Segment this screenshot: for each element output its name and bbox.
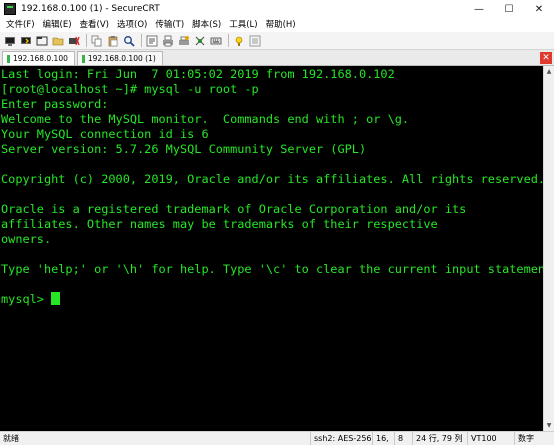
quick-connect-icon[interactable] bbox=[19, 34, 33, 48]
printer-setup-icon[interactable] bbox=[177, 34, 191, 48]
window-controls: — ☐ ✕ bbox=[464, 0, 554, 18]
status-col: 8 bbox=[394, 431, 412, 445]
maximize-button[interactable]: ☐ bbox=[494, 0, 524, 18]
keymap-icon[interactable] bbox=[209, 34, 223, 48]
status-row: 16, bbox=[372, 431, 394, 445]
connect-tab-icon[interactable] bbox=[35, 34, 49, 48]
window-title: 192.168.0.100 (1) - SecureCRT bbox=[21, 4, 160, 14]
terminal-line: owners. bbox=[1, 232, 52, 246]
mysql-prompt: mysql> bbox=[1, 292, 52, 306]
session-folder-icon[interactable] bbox=[51, 34, 65, 48]
paste-icon[interactable] bbox=[106, 34, 120, 48]
status-size: 24 行, 79 列 bbox=[412, 431, 467, 445]
toolbar-separator bbox=[141, 34, 142, 47]
status-terminal-type: VT100 bbox=[467, 431, 514, 445]
terminal-line: Last login: Fri Jun 7 01:05:02 2019 from… bbox=[1, 67, 395, 81]
tab-session-2[interactable]: 192.168.0.100 (1) bbox=[76, 51, 163, 65]
terminal-output[interactable]: Last login: Fri Jun 7 01:05:02 2019 from… bbox=[0, 66, 543, 431]
terminal-line: affiliates. Other names may be trademark… bbox=[1, 217, 438, 231]
minimize-button[interactable]: — bbox=[464, 0, 494, 18]
toolbar-separator bbox=[86, 34, 87, 47]
toggle-icon[interactable] bbox=[248, 34, 262, 48]
menu-options[interactable]: 选项(O) bbox=[113, 18, 151, 32]
terminal-line: Oracle is a registered trademark of Orac… bbox=[1, 202, 467, 216]
terminal-prompt-line: mysql> bbox=[1, 292, 543, 307]
connect-icon[interactable] bbox=[3, 34, 17, 48]
menu-view[interactable]: 查看(V) bbox=[76, 18, 113, 32]
menu-tools[interactable]: 工具(L) bbox=[225, 18, 261, 32]
tab-label: 192.168.0.100 (1) bbox=[87, 54, 156, 63]
session-tab-bar: 192.168.0.100 192.168.0.100 (1) bbox=[0, 50, 554, 66]
find-icon[interactable] bbox=[122, 34, 136, 48]
scroll-up-icon[interactable]: ▲ bbox=[544, 66, 554, 77]
terminal-line: Welcome to the MySQL monitor. Commands e… bbox=[1, 112, 410, 126]
status-numlock: 数字 bbox=[514, 431, 554, 445]
help-icon[interactable] bbox=[232, 34, 246, 48]
menu-script[interactable]: 脚本(S) bbox=[188, 18, 225, 32]
terminal-cursor bbox=[51, 292, 61, 305]
securecrt-app-icon bbox=[4, 3, 16, 15]
disconnect-icon[interactable] bbox=[67, 34, 81, 48]
menu-file[interactable]: 文件(F) bbox=[2, 18, 39, 32]
tab-label: 192.168.0.100 bbox=[13, 54, 68, 63]
connected-status-icon bbox=[7, 54, 10, 63]
toolbar bbox=[0, 32, 554, 50]
menu-transfer[interactable]: 传输(T) bbox=[151, 18, 188, 32]
close-tab-icon[interactable]: ✕ bbox=[540, 52, 552, 64]
status-bar: 就绪 ssh2: AES-256 16, 8 24 行, 79 列 VT100 … bbox=[0, 431, 554, 445]
print-icon[interactable] bbox=[161, 34, 175, 48]
close-button[interactable]: ✕ bbox=[524, 0, 554, 18]
scroll-down-icon[interactable]: ▼ bbox=[544, 420, 554, 431]
sftp-icon[interactable] bbox=[193, 34, 207, 48]
terminal-line: Your MySQL connection id is 6 bbox=[1, 127, 209, 141]
terminal-line: Enter password: bbox=[1, 97, 109, 111]
terminal-line: Server version: 5.7.26 MySQL Community S… bbox=[1, 142, 367, 156]
status-ready: 就绪 bbox=[3, 434, 19, 443]
status-cipher: ssh2: AES-256 bbox=[310, 431, 372, 445]
session-options-icon[interactable] bbox=[145, 34, 159, 48]
terminal-line: [root@localhost ~]# mysql -u root -p bbox=[1, 82, 259, 96]
menu-help[interactable]: 帮助(H) bbox=[262, 18, 300, 32]
menu-edit[interactable]: 编辑(E) bbox=[39, 18, 76, 32]
tab-session-1[interactable]: 192.168.0.100 bbox=[2, 51, 75, 65]
menu-bar: 文件(F) 编辑(E) 查看(V) 选项(O) 传输(T) 脚本(S) 工具(L… bbox=[0, 18, 554, 32]
terminal-scrollbar[interactable]: ▲ ▼ bbox=[543, 66, 554, 431]
terminal-line: Type 'help;' or '\h' for help. Type '\c'… bbox=[1, 262, 543, 276]
copy-icon[interactable] bbox=[90, 34, 104, 48]
toolbar-separator bbox=[228, 34, 229, 47]
title-bar: 192.168.0.100 (1) - SecureCRT — ☐ ✕ bbox=[0, 0, 554, 18]
connected-status-icon bbox=[81, 54, 85, 63]
terminal-line: Copyright (c) 2000, 2019, Oracle and/or … bbox=[1, 172, 543, 186]
